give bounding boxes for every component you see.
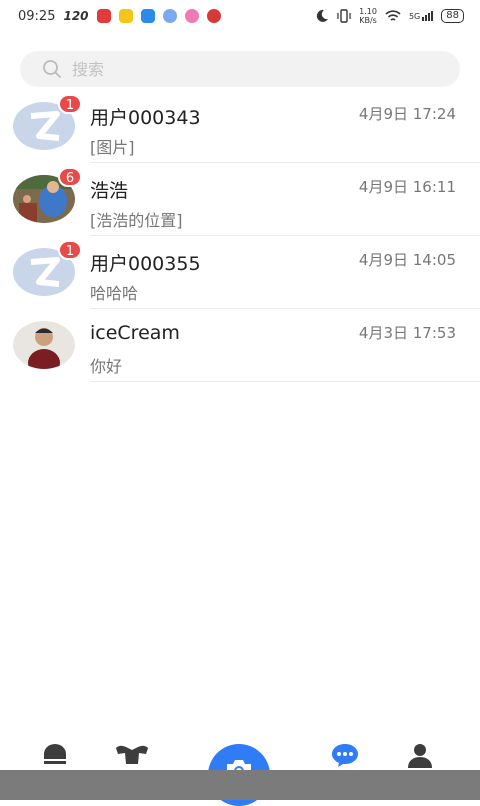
wifi-icon: [385, 9, 401, 21]
status-time: 09:25: [18, 8, 56, 24]
unread-badge: 6: [58, 167, 82, 187]
status-right: 1.10 KB/s 5G 88: [315, 7, 464, 25]
data-rate-unit: KB/s: [359, 16, 377, 25]
conversation-preview: [浩浩的位置]: [90, 211, 183, 230]
tab-messages[interactable]: [330, 742, 360, 768]
user-icon: [408, 744, 432, 768]
conversation-list: 1 用户000343 4月9日 17:24 [图片] 6 浩浩 4月9日 16:…: [0, 90, 480, 382]
conversation-item[interactable]: 1 用户000343 4月9日 17:24 [图片]: [0, 90, 480, 163]
conversation-name: 用户000355: [90, 253, 201, 275]
conversation-time: 4月9日 14:05: [358, 251, 456, 269]
conversation-item[interactable]: 1 用户000355 4月9日 14:05 哈哈哈: [0, 236, 480, 309]
moon-icon: [317, 9, 329, 22]
app-notification-icon: [206, 9, 221, 23]
conversation-name: iceCream: [90, 322, 180, 344]
conversation-preview: [图片]: [90, 138, 135, 157]
status-left: 09:25 120: [18, 9, 221, 24]
app-notification-icon: [162, 9, 177, 23]
muscle-icon: [116, 745, 148, 764]
data-rate-value: 1.10: [359, 7, 377, 16]
tab-profile[interactable]: [406, 742, 434, 768]
unread-badge: 1: [58, 94, 82, 114]
conversation-item[interactable]: iceCream 4月3日 17:53 你好: [0, 309, 480, 382]
conversation-time: 4月9日 16:11: [358, 178, 456, 196]
screen-overlay: [0, 784, 145, 800]
app-notification-icon: [118, 9, 133, 23]
search-icon: [43, 60, 61, 78]
divider: [90, 381, 480, 382]
conversation-item[interactable]: 6 浩浩 4月9日 16:11 [浩浩的位置]: [0, 163, 480, 236]
app-notification-icon: [140, 9, 155, 23]
unread-badge: 1: [58, 240, 82, 260]
app-notification-icon: [184, 9, 199, 23]
home-icon: [44, 744, 66, 764]
data-rate: 1.10 KB/s: [359, 7, 377, 25]
search-input[interactable]: [72, 59, 412, 79]
network-type: 5G: [408, 12, 421, 21]
conversation-name: 浩浩: [90, 180, 129, 202]
avatar: [13, 321, 75, 369]
signal-icon: 5G: [408, 11, 434, 21]
status-bar: 09:25 120 1.10 KB/s 5G 88: [0, 0, 480, 32]
search-bar[interactable]: [20, 51, 460, 87]
chat-bubble-icon: [332, 744, 358, 767]
conversation-preview: 你好: [90, 357, 123, 376]
vibrate-icon: [337, 9, 351, 23]
battery-icon: 88: [441, 9, 464, 23]
conversation-time: 4月9日 17:24: [358, 105, 456, 123]
app-notification-icon: [96, 9, 111, 23]
conversation-time: 4月3日 17:53: [358, 324, 456, 342]
conversation-name: 用户000343: [90, 107, 201, 129]
network-speed: 120: [63, 9, 89, 23]
conversation-preview: 哈哈哈: [90, 284, 139, 303]
